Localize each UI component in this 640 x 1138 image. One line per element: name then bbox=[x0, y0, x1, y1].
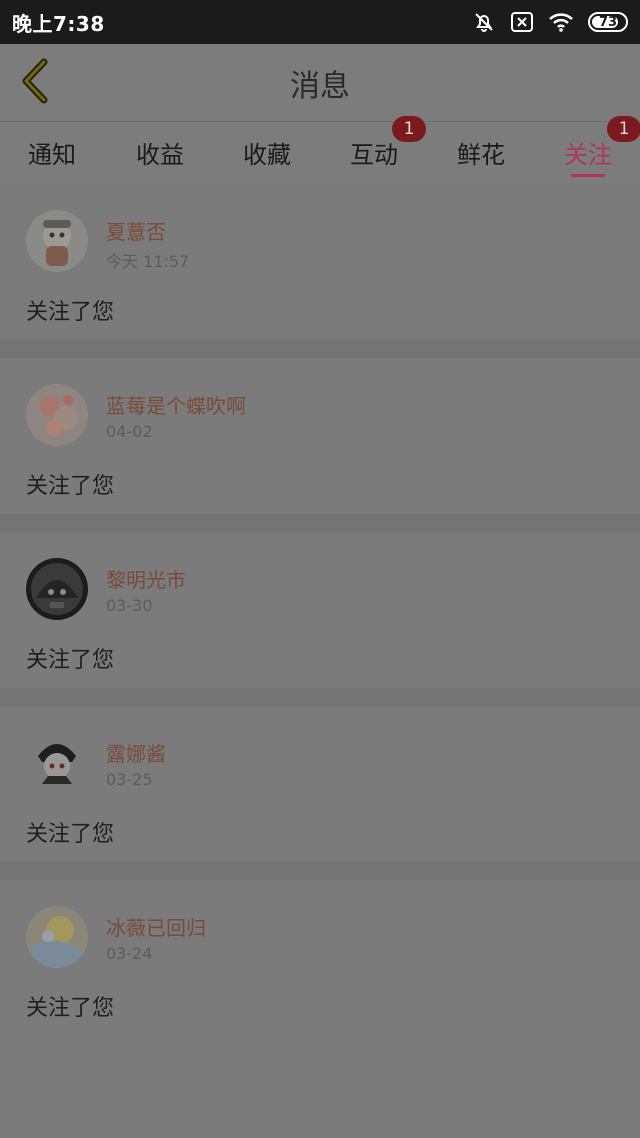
timestamp: 03-25 bbox=[106, 770, 153, 789]
tab-notifications[interactable]: 通知 bbox=[2, 122, 102, 182]
tab-earnings[interactable]: 收益 bbox=[110, 122, 210, 182]
message-text: 关注了您 bbox=[26, 822, 115, 847]
message-text: 关注了您 bbox=[26, 474, 115, 499]
tab-following[interactable]: 关注 1 bbox=[538, 116, 640, 182]
message-text: 关注了您 bbox=[26, 648, 115, 673]
list-item[interactable]: 蓝莓是个蝶吹啊 04-02 关注了您 bbox=[0, 358, 640, 514]
chevron-left-icon bbox=[18, 58, 50, 108]
timestamp: 03-24 bbox=[106, 944, 153, 963]
tab-label: 互动 bbox=[350, 140, 398, 169]
tab-label: 关注 bbox=[564, 140, 612, 169]
avatar[interactable] bbox=[26, 558, 88, 620]
status-bar: 晚上7:38 73 bbox=[0, 0, 640, 44]
list-item[interactable]: 露娜酱 03-25 关注了您 bbox=[0, 706, 640, 862]
timestamp: 今天 11:57 bbox=[106, 252, 190, 271]
divider bbox=[0, 340, 640, 358]
tab-favorites[interactable]: 收藏 bbox=[217, 122, 317, 182]
back-button[interactable] bbox=[14, 58, 54, 108]
divider bbox=[0, 514, 640, 532]
timestamp: 03-30 bbox=[106, 596, 153, 615]
mute-bell-icon bbox=[472, 10, 496, 34]
tab-label: 收藏 bbox=[243, 140, 291, 169]
list-item[interactable]: 冰薇已回归 03-24 关注了您 bbox=[0, 880, 640, 1036]
tab-label: 通知 bbox=[28, 140, 76, 169]
battery-icon: 73 bbox=[588, 12, 628, 32]
battery-level: 73 bbox=[598, 14, 618, 30]
divider bbox=[0, 862, 640, 880]
avatar[interactable] bbox=[26, 732, 88, 794]
wifi-icon bbox=[548, 11, 574, 33]
status-icons: 73 bbox=[472, 10, 628, 34]
active-tab-indicator bbox=[571, 174, 605, 177]
avatar[interactable] bbox=[26, 210, 88, 272]
no-sim-icon bbox=[510, 11, 534, 33]
timestamp: 04-02 bbox=[106, 422, 153, 441]
tab-flowers[interactable]: 鲜花 bbox=[431, 122, 531, 182]
avatar[interactable] bbox=[26, 384, 88, 446]
message-text: 关注了您 bbox=[26, 996, 115, 1021]
tab-badge: 1 bbox=[607, 116, 640, 142]
username[interactable]: 蓝莓是个蝶吹啊 bbox=[106, 390, 246, 419]
status-time: 晚上7:38 bbox=[12, 11, 105, 36]
divider bbox=[0, 688, 640, 706]
list-item[interactable]: 黎明光市 03-30 关注了您 bbox=[0, 532, 640, 688]
avatar[interactable] bbox=[26, 906, 88, 968]
tab-bar: 通知 收益 收藏 互动 1 鲜花 关注 1 bbox=[0, 116, 640, 182]
tab-interactions[interactable]: 互动 1 bbox=[324, 116, 426, 182]
message-text: 关注了您 bbox=[26, 300, 115, 325]
username[interactable]: 夏薏否 bbox=[106, 216, 166, 245]
header: 消息 bbox=[0, 44, 640, 122]
tab-badge: 1 bbox=[392, 116, 426, 142]
page-title: 消息 bbox=[290, 68, 350, 104]
tab-label: 收益 bbox=[136, 140, 184, 169]
list-item[interactable]: 夏薏否 今天 11:57 关注了您 bbox=[0, 184, 640, 340]
username[interactable]: 冰薇已回归 bbox=[106, 912, 206, 941]
username[interactable]: 露娜酱 bbox=[106, 738, 166, 767]
tab-label: 鲜花 bbox=[457, 140, 505, 169]
username[interactable]: 黎明光市 bbox=[106, 564, 186, 593]
